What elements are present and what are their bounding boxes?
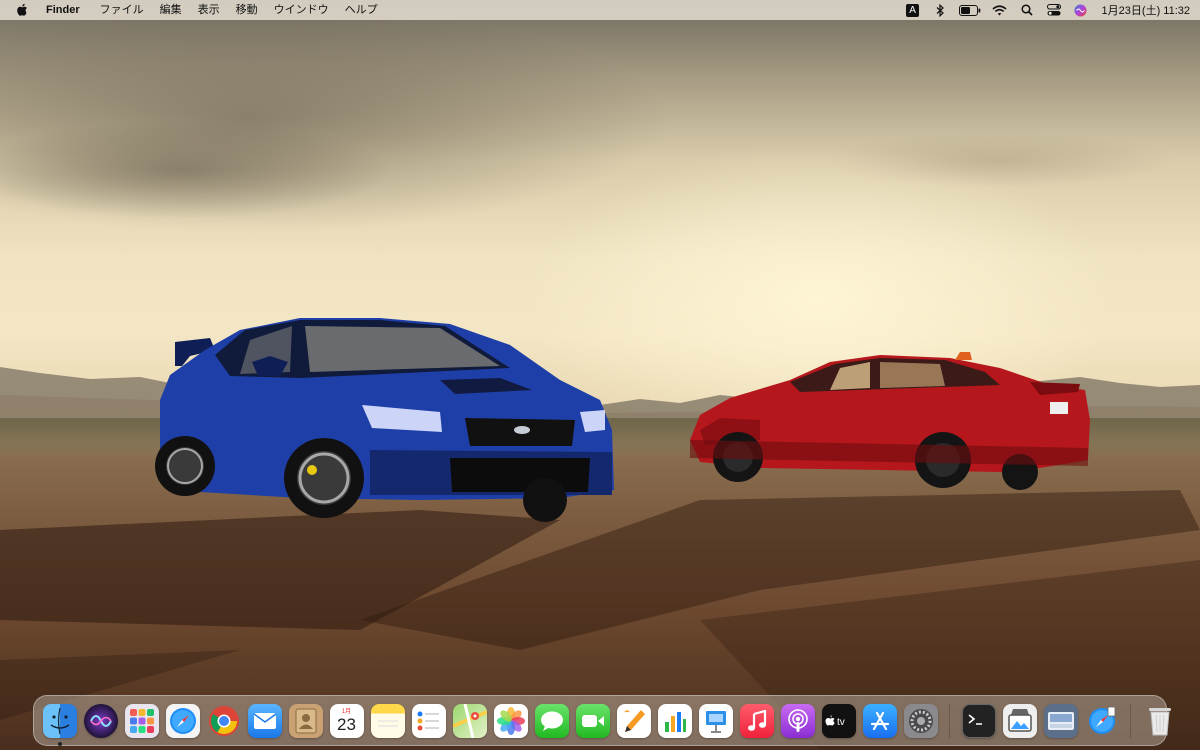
dock-separator [949,703,950,738]
system-preferences-icon [903,703,938,738]
menu-file[interactable]: ファイル [92,0,152,20]
tv-icon: tv [821,703,856,738]
dock-documents-folder[interactable] [1043,703,1078,738]
trash-icon [1143,704,1177,738]
menu-clock[interactable]: 1月23日(土) 11:32 [1102,2,1190,18]
dock-podcasts[interactable] [780,703,815,738]
terminal-icon [961,703,996,738]
siri-menu-icon[interactable] [1072,0,1090,20]
dock-safari-document[interactable] [1085,704,1119,738]
dock-trash[interactable] [1143,704,1177,738]
keynote-icon [698,703,733,738]
calendar-day: 23 [337,714,356,734]
facetime-icon [575,703,610,738]
input-source-icon[interactable]: A [904,0,922,20]
dock-facetime[interactable] [575,703,610,738]
calendar-icon: 1月 23 [329,703,364,738]
desktop-wallpaper [0,0,1200,750]
preview-icon [1002,703,1037,738]
dock-mail[interactable] [247,703,282,738]
dock-separator-trash [1130,703,1131,738]
dock-numbers[interactable] [657,703,692,738]
menu-view[interactable]: 表示 [190,0,228,20]
mail-icon [247,703,282,738]
control-center-icon[interactable] [1045,0,1063,20]
cars-illustration [155,318,1090,522]
safari-document-icon [1085,704,1119,738]
dock-maps[interactable] [452,703,487,738]
menu-edit[interactable]: 編集 [152,0,190,20]
photos-icon [493,703,528,738]
notes-icon [370,703,405,738]
dock-terminal[interactable] [961,703,996,738]
menu-window[interactable]: ウインドウ [266,0,337,20]
menu-go[interactable]: 移動 [228,0,266,20]
messages-icon [534,703,569,738]
pages-icon [616,703,651,738]
spotlight-search-icon[interactable] [1018,0,1036,20]
dock-calendar[interactable]: 1月 23 [329,703,364,738]
dock-notes[interactable] [370,703,405,738]
dock-pages[interactable] [616,703,651,738]
apple-menu-icon[interactable] [14,0,30,20]
folder-stack-icon [1043,703,1078,738]
input-source-label: A [906,3,920,17]
dock-contacts[interactable] [288,703,323,738]
menu-help[interactable]: ヘルプ [337,0,386,20]
red-sedan [690,352,1090,490]
dock-messages[interactable] [534,703,569,738]
dock-finder[interactable] [42,703,77,746]
dock-siri[interactable] [83,703,118,738]
dock-reminders[interactable] [411,703,446,738]
app-menu-finder[interactable]: Finder [46,0,88,20]
siri-icon [83,703,118,738]
dock-photos[interactable] [493,703,528,738]
dock-chrome[interactable] [207,704,241,738]
numbers-icon [657,703,692,738]
dock-system-preferences[interactable] [903,703,938,738]
finder-icon [42,703,77,738]
launchpad-icon [124,703,159,738]
safari-icon [165,703,200,738]
app-store-icon [862,703,897,738]
bluetooth-icon[interactable] [931,0,949,20]
maps-icon [452,703,487,738]
reminders-icon [411,703,446,738]
dock-launchpad[interactable] [124,703,159,738]
dock-keynote[interactable] [698,703,733,738]
dock-preview[interactable] [1002,703,1037,738]
dock-safari[interactable] [165,703,200,738]
chrome-icon [207,704,241,738]
dock: 1月 23 tv [33,695,1171,746]
contacts-icon [288,703,323,738]
dock-tv[interactable]: tv [821,703,856,738]
svg-text:tv: tv [837,717,845,728]
dock-app-store[interactable] [862,703,897,738]
wifi-icon[interactable] [991,0,1009,20]
menu-bar: Finder ファイル 編集 表示 移動 ウインドウ ヘルプ A 1月23日(土… [0,0,1200,20]
music-icon [739,703,774,738]
running-indicator [57,741,62,746]
podcasts-icon [780,703,815,738]
blue-sedan [155,318,614,522]
battery-icon[interactable] [958,0,982,20]
dock-music[interactable] [739,703,774,738]
